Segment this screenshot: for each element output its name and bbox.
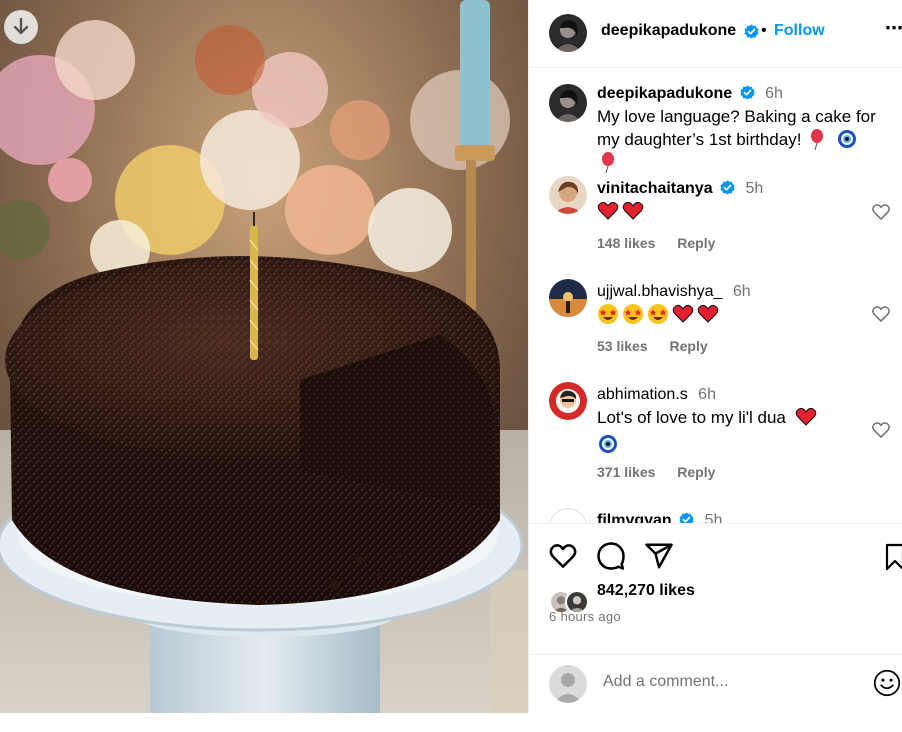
post-caption: deepikapadukone 6h My love language? Bak… <box>529 84 902 173</box>
comment-time: 5h <box>745 180 764 197</box>
comment-item: vinitachaitanya 5h 148 likes Reply <box>529 176 902 256</box>
comment-likes[interactable]: 371 likes <box>597 464 655 480</box>
commenter-avatar[interactable] <box>549 176 587 214</box>
comment-time: 6h <box>698 386 716 403</box>
red-heart-icon <box>622 201 644 220</box>
verified-badge-icon <box>720 180 735 195</box>
star-struck-icon <box>598 304 618 324</box>
caption-text: My love language? Baking a cake for my d… <box>597 106 887 174</box>
comment-time: 5h <box>704 512 723 523</box>
nazar-amulet-icon <box>837 130 856 148</box>
comment-username[interactable]: filmygyan <box>597 512 672 523</box>
like-heart-icon[interactable] <box>548 541 578 571</box>
separator-dot: • <box>761 22 767 39</box>
arrow-down-icon <box>13 18 29 35</box>
caption-body: My love language? Baking a cake for my d… <box>597 107 876 149</box>
verified-badge-icon <box>679 512 694 523</box>
comment-username[interactable]: ujjwal.bhavishya_ <box>597 283 722 300</box>
like-comment-heart-icon[interactable] <box>871 304 891 324</box>
red-heart-icon <box>697 304 719 323</box>
comment-text <box>597 200 877 223</box>
add-comment-input[interactable] <box>603 673 853 691</box>
post-image[interactable] <box>0 0 528 713</box>
reply-button[interactable]: Reply <box>677 235 715 251</box>
balloon-icon <box>602 152 614 173</box>
author-avatar[interactable] <box>549 84 587 122</box>
nazar-amulet-icon <box>599 435 617 453</box>
share-send-icon[interactable] <box>644 541 674 571</box>
comment-likes[interactable]: 53 likes <box>597 338 648 354</box>
more-options-icon[interactable]: ⋯ <box>885 18 902 39</box>
post-footer: 842,270 likes 6 hours ago <box>529 523 902 713</box>
comments-list[interactable]: deepikapadukone 6h My love language? Bak… <box>529 68 902 523</box>
comment-item: abhimation.s 6h Lot's of love to my li'l… <box>529 382 902 482</box>
comment-username[interactable]: abhimation.s <box>597 386 688 403</box>
posted-time: 6 hours ago <box>549 609 621 624</box>
current-user-avatar <box>549 665 587 703</box>
red-heart-icon <box>795 407 816 426</box>
emoji-picker-icon[interactable] <box>873 669 901 697</box>
reply-button[interactable]: Reply <box>677 464 715 480</box>
comment-actions: 148 likes Reply <box>597 235 733 251</box>
add-comment-bar <box>529 654 902 714</box>
red-heart-icon <box>672 304 694 323</box>
cake-photo <box>0 0 528 713</box>
commenter-avatar[interactable] <box>549 279 587 317</box>
red-heart-icon <box>597 201 619 220</box>
comment-time: 6h <box>732 283 751 300</box>
commenter-avatar[interactable] <box>549 508 587 523</box>
post-details-panel: deepikapadukone • Follow ⋯ deepikapaduko… <box>528 0 902 713</box>
verified-badge-icon <box>744 24 759 39</box>
like-comment-heart-icon[interactable] <box>871 420 891 440</box>
star-struck-icon <box>623 304 643 324</box>
author-avatar[interactable] <box>549 14 587 52</box>
comment-actions: 371 likes Reply <box>597 464 733 480</box>
star-struck-icon <box>648 304 668 324</box>
comment-actions: 53 likes Reply <box>597 338 726 354</box>
comment-item: filmygyan 5h <box>529 508 902 523</box>
comment-bubble-icon[interactable] <box>596 541 626 571</box>
like-comment-heart-icon[interactable] <box>871 202 891 222</box>
comment-username[interactable]: vinitachaitanya <box>597 180 713 197</box>
likes-count[interactable]: 842,270 likes <box>597 582 695 600</box>
reply-button[interactable]: Reply <box>670 338 708 354</box>
caption-time: 6h <box>765 85 783 102</box>
comment-body: Lot's of love to my li'l dua <box>597 408 786 427</box>
balloon-icon <box>811 129 824 150</box>
comment-likes[interactable]: 148 likes <box>597 235 655 251</box>
comment-text: Lot's of love to my li'l dua <box>597 406 857 456</box>
verified-badge-icon <box>740 85 755 100</box>
comment-text <box>597 303 877 326</box>
author-username[interactable]: deepikapadukone <box>601 22 736 40</box>
caption-username[interactable]: deepikapadukone <box>597 85 732 102</box>
post-header: deepikapadukone • Follow ⋯ <box>529 0 902 68</box>
comment-item: ujjwal.bhavishya_ 6h 53 likes Reply <box>529 279 902 359</box>
download-button[interactable] <box>4 10 38 44</box>
bookmark-icon[interactable] <box>884 541 902 571</box>
follow-button[interactable]: Follow <box>774 22 825 40</box>
commenter-avatar[interactable] <box>549 382 587 420</box>
